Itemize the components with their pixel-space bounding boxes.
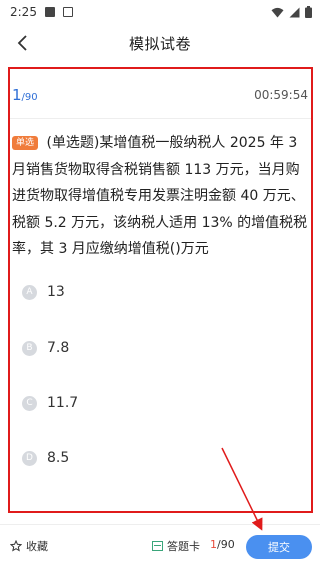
answer-sheet-icon <box>152 541 163 551</box>
question-stem: 单选 (单选题)某增值税一般纳税人 2025 年 3 月销售货物取得含税销售额 … <box>12 130 310 263</box>
option-text: 7.8 <box>47 340 70 356</box>
chevron-left-icon <box>17 35 27 51</box>
status-bar: 2:25 <box>0 0 320 24</box>
option-text: 13 <box>47 284 65 300</box>
progress-indicator: 1/90 <box>210 538 235 551</box>
question-text: (单选题)某增值税一般纳税人 2025 年 3 月销售货物取得含税销售额 113… <box>12 135 308 257</box>
option-b[interactable]: B 7.8 <box>22 335 69 361</box>
option-letter-badge: A <box>22 284 37 300</box>
option-a[interactable]: A 13 <box>22 279 65 305</box>
page-title: 模拟试卷 <box>128 34 191 53</box>
option-text: 11.7 <box>47 395 79 411</box>
star-icon <box>10 540 22 552</box>
battery-icon <box>305 6 312 18</box>
question-type-badge: 单选 <box>12 136 39 150</box>
progress-total: /90 <box>217 538 235 551</box>
back-button[interactable] <box>10 31 34 55</box>
option-c[interactable]: C 11.7 <box>22 390 78 416</box>
answer-card-label: 答题卡 <box>167 540 200 553</box>
sim-card-notification-icon <box>62 7 73 17</box>
favorite-button[interactable]: 收藏 <box>10 538 48 554</box>
option-letter-badge: B <box>22 340 37 356</box>
question-current-number: 1 <box>12 86 22 104</box>
favorite-label: 收藏 <box>26 540 48 553</box>
wifi-icon <box>271 7 284 18</box>
option-letter-badge: C <box>22 395 37 411</box>
option-letter-badge: D <box>22 450 37 466</box>
submit-button[interactable]: 提交 <box>246 535 312 559</box>
nav-bar: 模拟试卷 <box>0 24 320 62</box>
divider <box>10 118 312 119</box>
status-indicators <box>271 6 312 18</box>
question-total: /90 <box>21 92 38 103</box>
option-text: 8.5 <box>47 450 70 466</box>
countdown-timer: 00:59:54 <box>254 88 308 102</box>
progress-current: 1 <box>210 538 217 551</box>
bottom-bar: 收藏 答题卡 1/90 提交 <box>0 524 320 568</box>
signal-icon <box>289 7 300 18</box>
question-counter: 1/90 <box>12 86 38 104</box>
status-time: 2:25 <box>10 5 37 19</box>
answer-card-button[interactable]: 答题卡 <box>152 538 200 554</box>
option-d[interactable]: D 8.5 <box>22 445 69 471</box>
gallery-notification-icon <box>44 7 55 17</box>
